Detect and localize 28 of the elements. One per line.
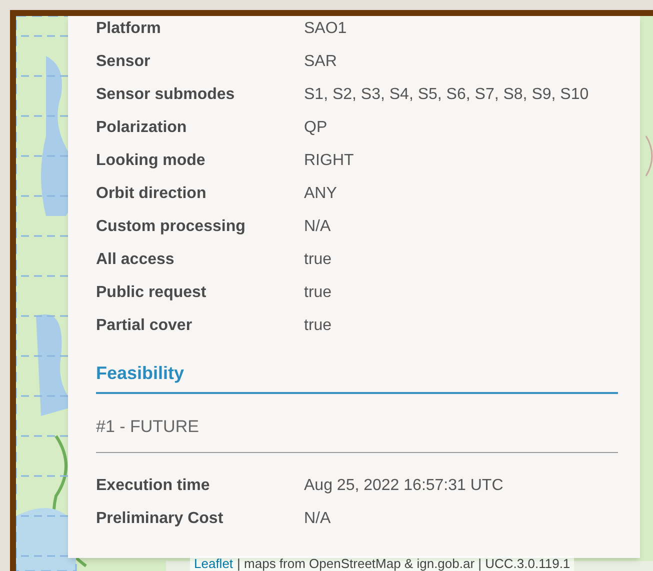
field-value: Aug 25, 2022 16:57:31 UTC (304, 476, 504, 496)
field-label: Looking mode (96, 150, 206, 170)
field-label: All access (96, 250, 176, 270)
field-value: N/A (304, 216, 331, 236)
field-label: Sensor (96, 52, 152, 72)
field-label: Orbit direction (96, 184, 208, 204)
field-value: N/A (304, 508, 331, 528)
field-label: Polarization (96, 118, 188, 138)
field-value: QP (304, 118, 328, 138)
field-value: RIGHT (304, 150, 354, 170)
field-label: Public request (96, 282, 208, 302)
field-label: Custom processing (96, 216, 246, 236)
field-value: true (304, 316, 332, 336)
field-value: ANY (304, 184, 337, 204)
field-label: Platform (96, 18, 162, 38)
field-label: Execution time (96, 476, 211, 496)
field-value: true (304, 282, 332, 302)
option-title: #1 - FUTURE (96, 416, 200, 438)
field-value: S1, S2, S3, S4, S5, S6, S7, S8, S9, S10 (304, 84, 589, 104)
field-value: true (304, 250, 332, 270)
field-label: Sensor submodes (96, 84, 236, 104)
leaflet-link[interactable]: Leaflet (194, 556, 234, 571)
map-attribution: | maps from OpenStreetMap & ign.gob.ar | UCC.3.0.119.1 (237, 556, 570, 571)
field-value: SAO1 (304, 18, 347, 38)
section-heading: Feasibility (96, 362, 186, 385)
field-label: Partial cover (96, 316, 194, 336)
field-label: Preliminary Cost (96, 508, 224, 528)
field-value: SAR (304, 52, 337, 72)
